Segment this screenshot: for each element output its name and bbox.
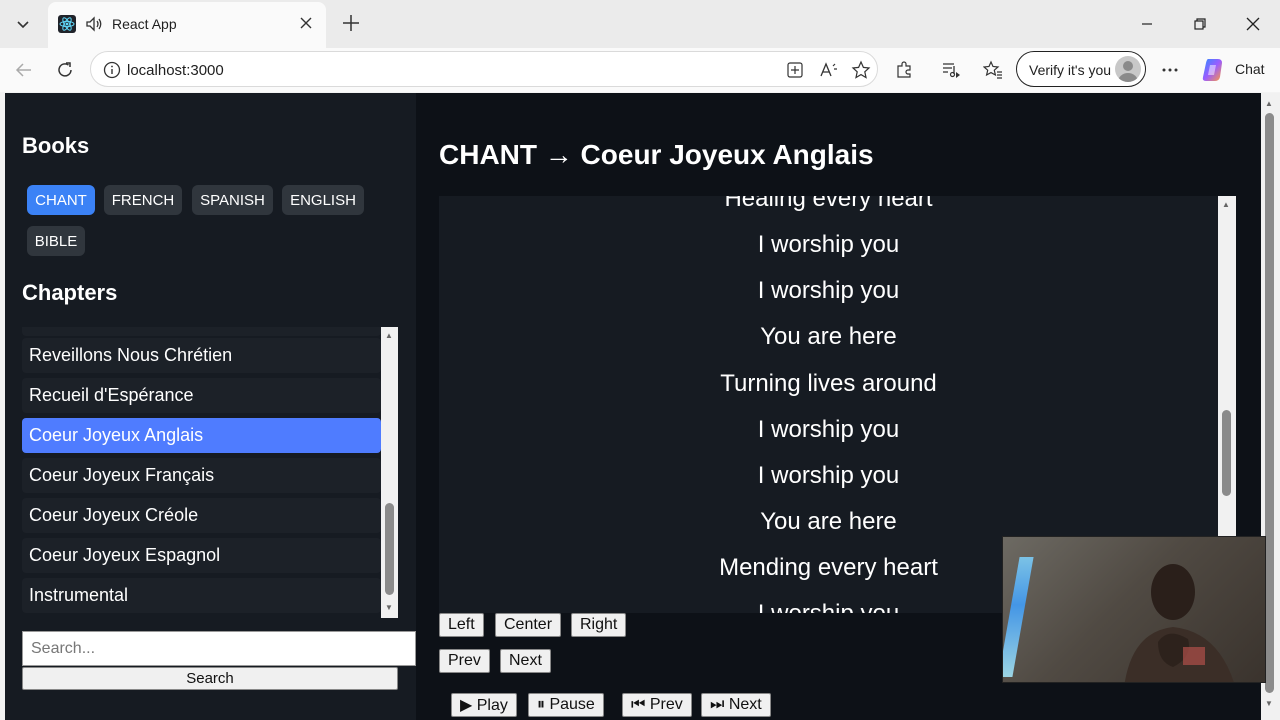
copilot-logo-icon	[1202, 59, 1222, 81]
book-button-bible[interactable]: BIBLE	[27, 226, 85, 256]
profile-verify-button[interactable]: Verify it's you	[1016, 51, 1146, 87]
chapter-item[interactable]: Reveillons Nous Chrétien	[22, 338, 381, 373]
page-scroll-thumb[interactable]	[1265, 113, 1274, 693]
tab-title: React App	[112, 16, 177, 32]
extensions-puzzle-icon[interactable]	[892, 58, 916, 82]
lyrics-scroll-thumb[interactable]	[1222, 410, 1231, 496]
chapters-list[interactable]: Reveillons Nous Chrétien Recueil d'Espér…	[22, 327, 398, 618]
sidebar: Books CHANT FRENCH SPANISH ENGLISH BIBLE…	[5, 93, 416, 720]
chapter-item[interactable]: Instrumental	[22, 578, 381, 613]
profile-verify-label: Verify it's you	[1029, 62, 1112, 78]
browser-toolbar: localhost:3000 Verify it's you Chat	[0, 48, 1280, 92]
refresh-icon[interactable]	[53, 58, 77, 82]
read-aloud-icon[interactable]	[817, 58, 841, 82]
align-left-button[interactable]: Left	[439, 613, 484, 637]
books-heading: Books	[22, 133, 90, 158]
lyric-line: I worship you	[757, 231, 900, 258]
more-options-icon[interactable]	[1158, 58, 1182, 82]
profile-avatar-icon	[1115, 56, 1141, 82]
page-title: CHANT → Coeur Joyeux Anglais	[439, 139, 874, 170]
tab-close-icon[interactable]	[296, 13, 316, 33]
chapters-scroll-thumb[interactable]	[385, 503, 394, 595]
pause-button[interactable]: ⏸ Pause	[528, 693, 604, 717]
tab-audio-speaker-icon[interactable]	[84, 14, 104, 34]
chapter-item-hidden[interactable]	[22, 327, 381, 336]
search-button[interactable]: Search	[22, 667, 398, 690]
favorite-star-icon[interactable]	[849, 58, 873, 82]
back-arrow-icon[interactable]	[12, 58, 36, 82]
lyric-line: I worship you	[757, 462, 900, 489]
scroll-up-arrow-icon[interactable]: ▲	[1265, 99, 1273, 108]
address-url: localhost:3000	[127, 62, 224, 79]
search-input[interactable]	[22, 631, 416, 666]
book-button-chant[interactable]: CHANT	[27, 185, 95, 215]
window-minimize-icon[interactable]	[1132, 10, 1162, 38]
window-restore-icon[interactable]	[1185, 10, 1215, 38]
app-available-icon[interactable]	[783, 58, 807, 82]
address-bar[interactable]: localhost:3000	[90, 51, 878, 87]
lyric-line: I worship you	[757, 416, 900, 443]
scroll-up-arrow-icon[interactable]: ▲	[1222, 200, 1230, 209]
scroll-up-arrow-icon[interactable]: ▲	[385, 331, 393, 340]
copilot-chat-label: Chat	[1235, 61, 1265, 77]
react-logo-icon	[58, 15, 76, 33]
webcam-person-figure	[1124, 564, 1234, 682]
chapters-scrollbar[interactable]: ▲ ▼	[381, 327, 398, 618]
prev-verse-button[interactable]: Prev	[439, 649, 490, 673]
chapter-item[interactable]: Recueil d'Espérance	[22, 378, 381, 413]
chapter-item[interactable]: Coeur Joyeux Français	[22, 458, 381, 493]
play-button[interactable]: ▶ Play	[451, 693, 517, 717]
lyric-line: Turning lives around	[720, 370, 937, 397]
book-button-spanish[interactable]: SPANISH	[192, 185, 273, 215]
browser-tab-bar: React App	[0, 0, 1280, 48]
chapter-item[interactable]: Coeur Joyeux Espagnol	[22, 538, 381, 573]
align-right-button[interactable]: Right	[571, 613, 627, 637]
browser-tab[interactable]: React App	[48, 2, 326, 48]
next-verse-button[interactable]: Next	[500, 649, 551, 673]
copilot-chat-button[interactable]: Chat	[1200, 57, 1272, 83]
webcam-light-strip	[1003, 557, 1034, 677]
lyric-line: Healing every heart	[724, 196, 933, 212]
site-info-icon[interactable]	[103, 61, 121, 79]
media-control-icon[interactable]	[939, 58, 963, 82]
book-button-french[interactable]: FRENCH	[104, 185, 182, 215]
previous-track-button[interactable]: ⏮ Prev	[622, 693, 692, 717]
chapter-item[interactable]: Coeur Joyeux Créole	[22, 498, 381, 533]
next-track-button[interactable]: ⏭ Next	[701, 693, 771, 717]
scroll-down-arrow-icon[interactable]: ▼	[385, 603, 393, 612]
new-tab-plus-icon[interactable]	[338, 10, 364, 36]
lyric-line: You are here	[760, 508, 897, 535]
tab-list-chevron-icon[interactable]	[8, 10, 38, 38]
lyric-line: You are here	[760, 323, 897, 350]
lyric-line: I worship you	[757, 277, 900, 304]
window-close-icon[interactable]	[1238, 10, 1268, 38]
chapters-heading: Chapters	[22, 280, 118, 305]
webcam-overlay	[1002, 536, 1266, 683]
favorites-collection-icon[interactable]	[981, 58, 1005, 82]
book-button-english[interactable]: ENGLISH	[282, 185, 364, 215]
scroll-down-arrow-icon[interactable]: ▼	[1265, 699, 1273, 708]
chapter-item-active[interactable]: Coeur Joyeux Anglais	[22, 418, 381, 453]
align-center-button[interactable]: Center	[495, 613, 562, 637]
